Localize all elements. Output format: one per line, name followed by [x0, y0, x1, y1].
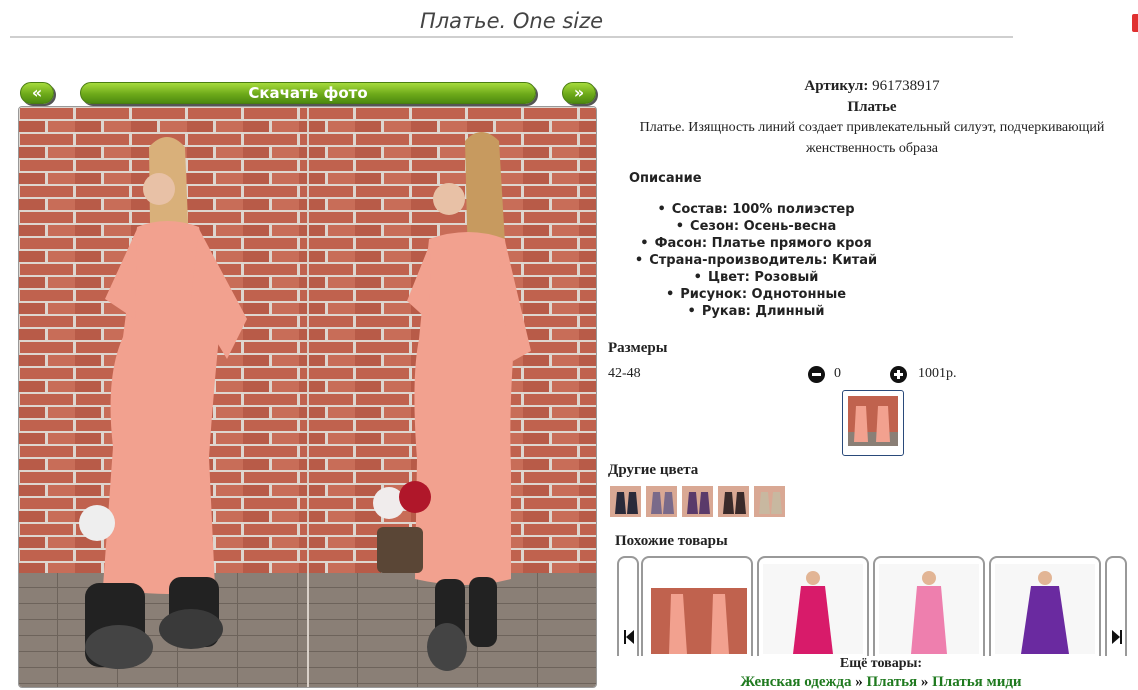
quantity-value: 0: [834, 366, 841, 381]
grey-dress-thumb-icon[interactable]: [646, 486, 677, 517]
more-products-heading: Ещё товары:: [839, 656, 923, 671]
other-colors-heading: Другие цвета: [608, 462, 699, 478]
product-photo[interactable]: [18, 106, 597, 688]
size-row: 42-48 0 1001р.: [608, 366, 1128, 386]
description-item: Сезон: Осень-весна: [606, 218, 906, 235]
description-list: Состав: 100% полиэстер Сезон: Осень-весн…: [606, 201, 906, 320]
similar-item[interactable]: [873, 556, 985, 656]
description-item: Рисунок: Однотонные: [606, 286, 906, 303]
breadcrumb-separator: »: [855, 674, 863, 690]
breadcrumb-link-womens-clothing[interactable]: Женская одежда: [740, 674, 851, 690]
size-label: 42-48: [608, 366, 641, 381]
purple-dress-thumb-icon[interactable]: [682, 486, 713, 517]
description-item: Цвет: Розовый: [606, 269, 906, 286]
breadcrumb: Женская одежда » Платья » Платья миди: [606, 674, 1138, 690]
page-title: Платье. One size: [10, 6, 1013, 38]
similar-item[interactable]: [989, 556, 1101, 656]
description-block: Описание Состав: 100% полиэстер Сезон: О…: [606, 170, 906, 320]
size-thumbnail[interactable]: [842, 390, 904, 456]
breadcrumb-link-midi-dresses[interactable]: Платья миди: [932, 674, 1021, 690]
similar-carousel: [617, 556, 1138, 656]
description-item: Состав: 100% полиэстер: [606, 201, 906, 218]
similar-item[interactable]: [757, 556, 869, 656]
size-price: 1001р.: [918, 366, 957, 381]
sku-line: Артикул: 961738917: [606, 76, 1138, 97]
black-dress-thumb-icon[interactable]: [718, 486, 749, 517]
carousel-next-button[interactable]: [1105, 556, 1127, 656]
product-name: Платье: [847, 99, 897, 115]
similar-item[interactable]: [641, 556, 753, 656]
close-icon[interactable]: [1132, 14, 1138, 32]
next-photo-button[interactable]: »: [562, 82, 596, 104]
description-heading: Описание: [629, 171, 702, 186]
description-item: Рукав: Длинный: [606, 303, 906, 320]
prev-photo-button[interactable]: «: [20, 82, 54, 104]
download-photo-button[interactable]: Скачать фото: [80, 82, 536, 104]
minus-circle-icon[interactable]: [808, 366, 825, 383]
product-info: Артикул: 961738917 Платье Платье. Изящно…: [606, 76, 1138, 159]
breadcrumb-link-dresses[interactable]: Платья: [867, 674, 918, 690]
sku-label: Артикул:: [804, 78, 869, 94]
product-short-description: Платье. Изящность линий создает привлека…: [639, 120, 1105, 156]
beige-dress-thumb-icon[interactable]: [754, 486, 785, 517]
description-item: Страна-производитель: Китай: [606, 252, 906, 269]
sku-value: 961738917: [872, 78, 940, 94]
sizes-heading: Размеры: [608, 340, 668, 356]
similar-heading: Похожие товары: [615, 533, 728, 549]
dark-dress-thumb-icon[interactable]: [610, 486, 641, 517]
plus-circle-icon[interactable]: [890, 366, 907, 383]
description-item: Фасон: Платье прямого кроя: [606, 235, 906, 252]
breadcrumb-separator: »: [920, 674, 929, 690]
carousel-prev-button[interactable]: [617, 556, 639, 656]
